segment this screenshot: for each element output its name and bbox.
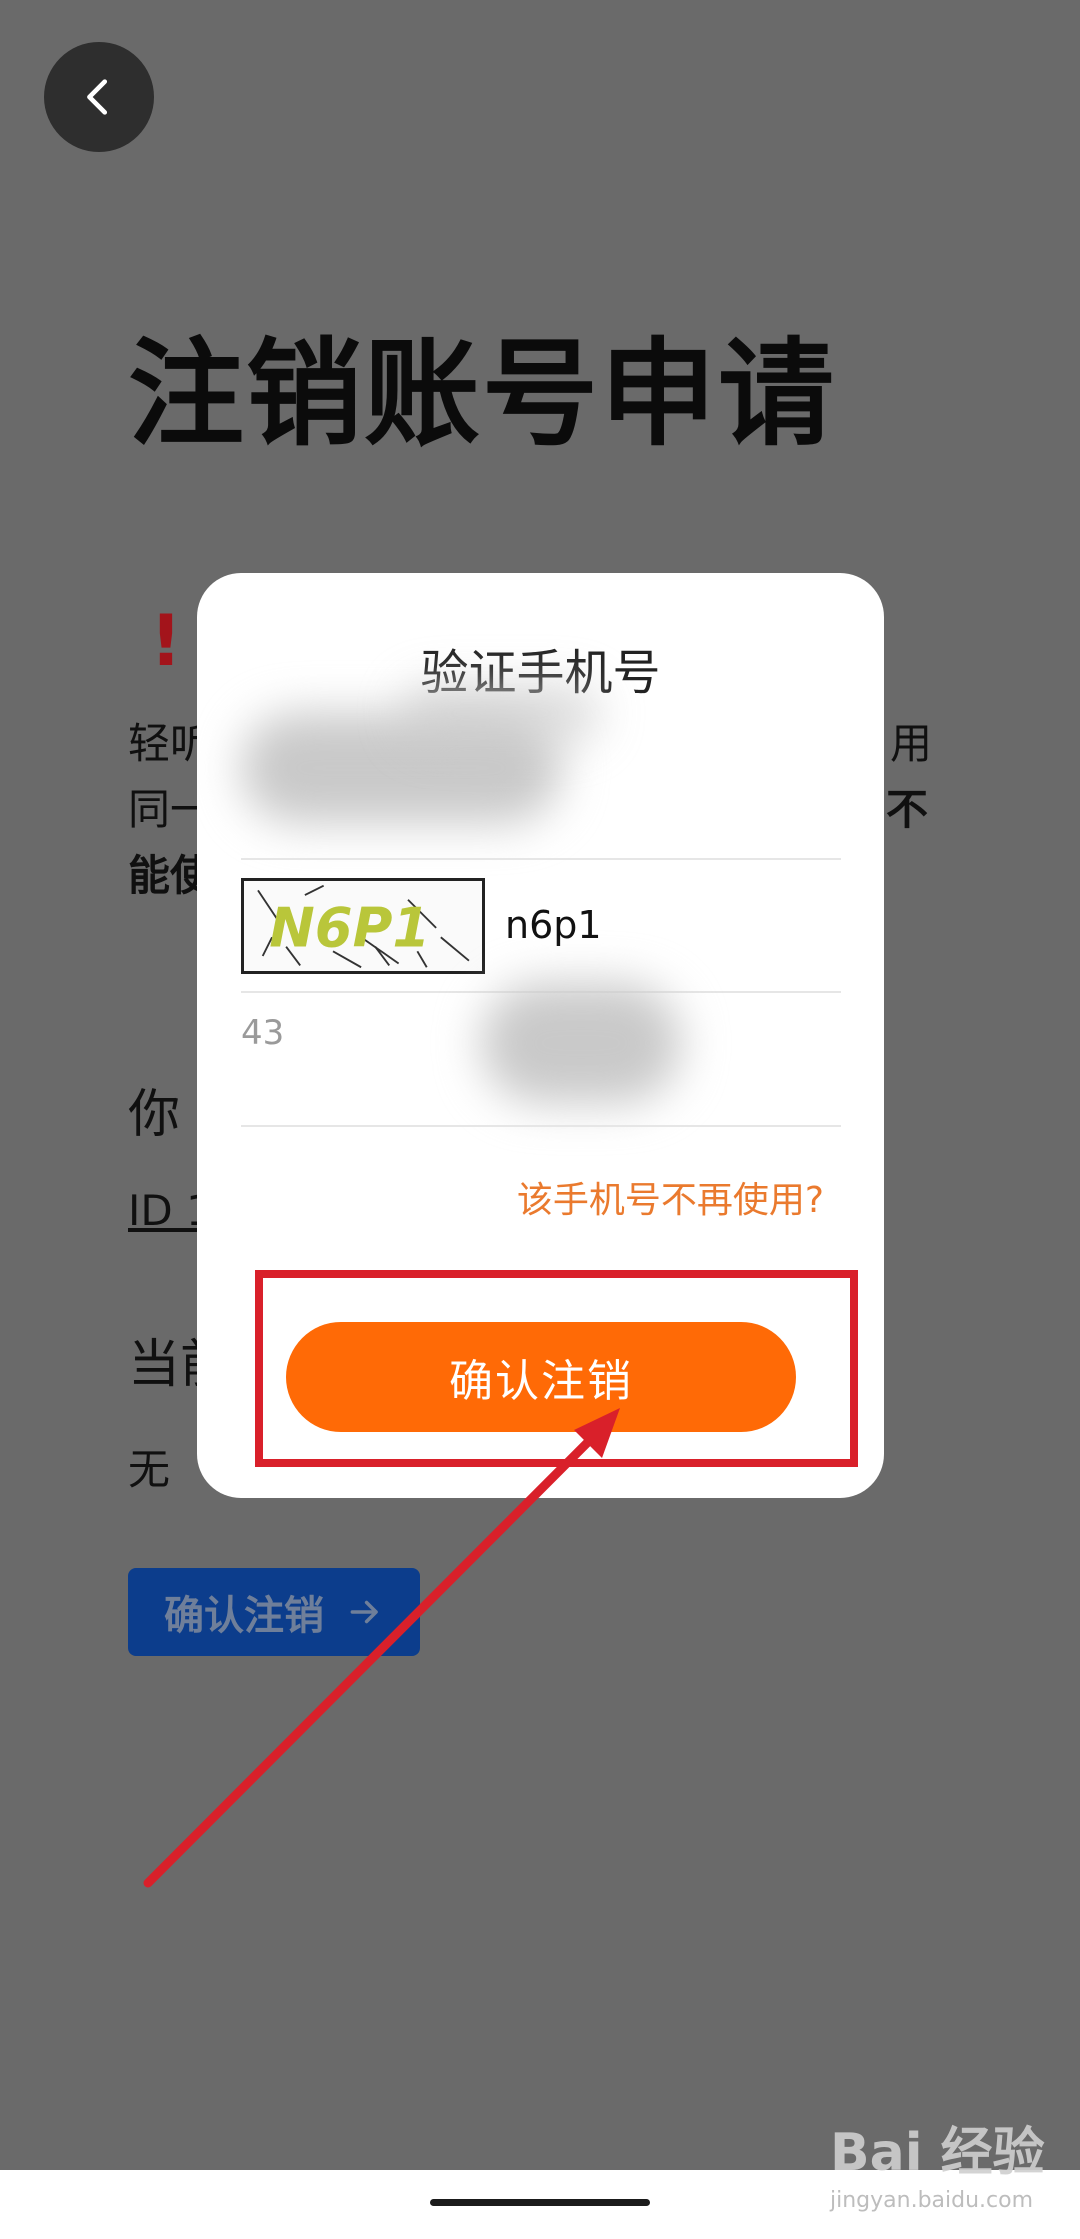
blurred-phone-number-top: [401, 683, 601, 743]
phone-not-used-link[interactable]: 该手机号不再使用?: [517, 1171, 824, 1223]
home-indicator[interactable]: [430, 2199, 650, 2206]
sms-code-field[interactable]: 43: [241, 983, 841, 1113]
notice-line-1-right: 用: [890, 719, 933, 768]
captcha-image[interactable]: N6P1: [241, 878, 485, 974]
highlight-box: [255, 1270, 858, 1467]
divider: [241, 858, 841, 860]
sms-code-value: 43: [241, 1013, 285, 1053]
chevron-left-icon: [87, 79, 108, 115]
background-confirm-label: 确认注销: [164, 1593, 324, 1639]
phone-number-field[interactable]: [241, 683, 841, 831]
notice-line-2-right: 不: [886, 785, 929, 834]
watermark-url: jingyan.baidu.com: [830, 2188, 1034, 2213]
blurred-sms-button: [481, 983, 681, 1103]
background-confirm-button[interactable]: 确认注销: [128, 1568, 420, 1656]
arrow-right-icon: [350, 1600, 378, 1624]
captcha-input[interactable]: n6p1: [505, 903, 602, 947]
back-button[interactable]: [44, 42, 154, 152]
current-section-value: 无: [128, 1445, 171, 1494]
divider: [241, 1125, 841, 1127]
captcha-text: N6P1: [269, 897, 430, 960]
captcha-graphic: N6P1: [257, 884, 470, 969]
watermark-brand: Bai 经验: [830, 2123, 1045, 2183]
warning-icon: !: [150, 600, 182, 682]
account-section-label: 你: [128, 1085, 181, 1145]
page-title: 注销账号申请: [128, 327, 836, 462]
